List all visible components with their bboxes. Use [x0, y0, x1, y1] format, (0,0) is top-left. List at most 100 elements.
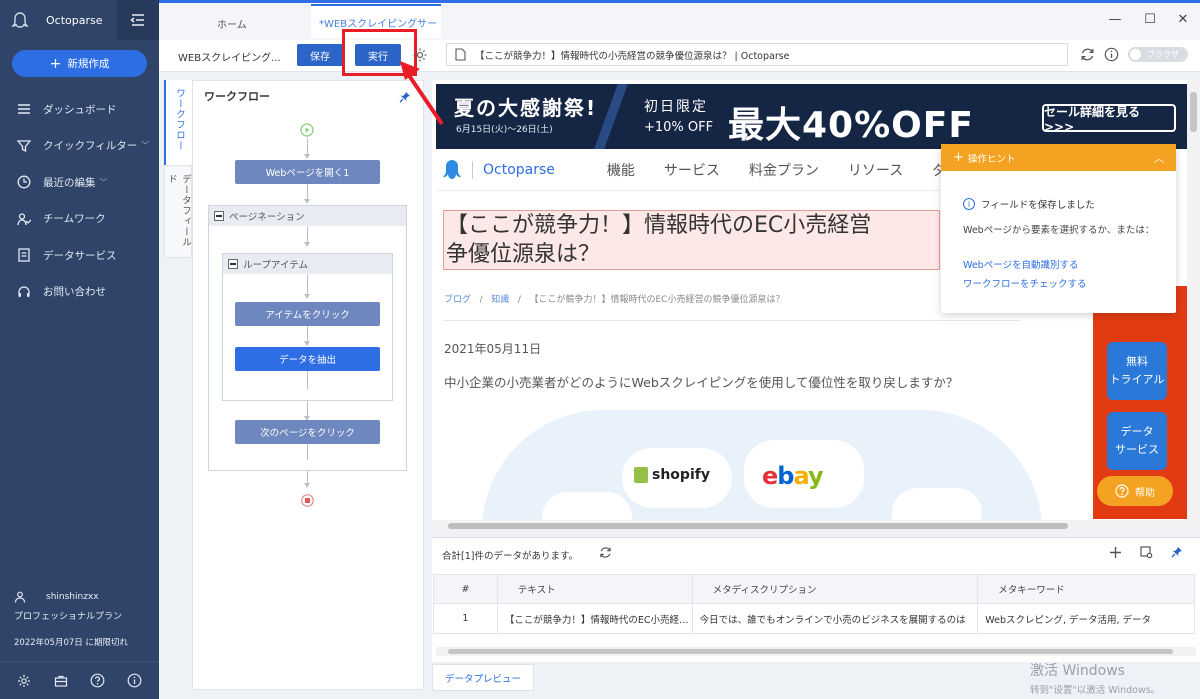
sidebar-item-recent[interactable]: 最近の編集 ﹀ [0, 164, 159, 201]
site-logo[interactable]: Octoparse [442, 159, 555, 181]
table-hscroll[interactable] [436, 647, 1196, 656]
tab-data-field[interactable]: データフィールド [164, 165, 192, 258]
collapse-sidebar-icon[interactable] [117, 0, 159, 40]
user-plan: プロフェッショナルプラン [14, 612, 123, 622]
open-page-step[interactable]: Webページを開く1 [235, 160, 380, 184]
help-label: 帮助 [1135, 487, 1155, 499]
pagination-label: ページネーション [229, 212, 305, 223]
pagination-header[interactable]: ページネーション [209, 206, 406, 226]
sidebar-item-label: ダッシュボード [43, 103, 117, 116]
shopify-bag-icon [634, 467, 648, 483]
maximize-icon[interactable]: ☐ [1140, 12, 1160, 27]
extract-data-step[interactable]: データを抽出 [235, 347, 380, 371]
sidebar-item-quick-filter[interactable]: クイックフィルター ﹀ [0, 128, 159, 165]
save-button[interactable]: 保存 [297, 44, 343, 66]
plan-expiry: 2022年05月07日 に期限切れ [14, 638, 128, 648]
info-icon[interactable] [127, 673, 143, 689]
gear-icon[interactable] [412, 47, 428, 63]
collapse-chevron-icon[interactable]: ︿ [1154, 150, 1164, 165]
table-cell: Webスクレピング, データ活用, データ [977, 603, 1195, 634]
collapse-minus-icon[interactable] [214, 211, 224, 221]
add-icon[interactable] [1109, 546, 1122, 562]
hint-panel: + 操作ヒント ︿ i フィールドを保存しました Webページから要素を選択する… [941, 144, 1176, 313]
settings-gear-icon[interactable] [16, 673, 32, 689]
banner-cta-button[interactable]: セール詳細を見る >>> [1042, 104, 1176, 134]
sidebar-item-contact[interactable]: お問い合わせ [0, 274, 159, 311]
data-service-button[interactable]: データ サービス [1107, 412, 1167, 470]
breadcrumb-sep: / [473, 295, 489, 305]
settings-icon[interactable] [1140, 546, 1153, 562]
collapse-minus-icon[interactable] [228, 259, 238, 269]
refresh-icon[interactable] [599, 546, 612, 562]
click-item-step[interactable]: アイテムをクリック [235, 302, 380, 326]
sidebar-item-label: データサービス [43, 249, 117, 262]
data-preview-panel: 合計[1]件のデータがあります。 # テキスト メタディスクリプション メタキー… [432, 537, 1200, 662]
minimize-icon[interactable]: — [1105, 12, 1125, 27]
sidebar-item-teamwork[interactable]: チームワーク [0, 201, 159, 238]
tab-workflow[interactable]: ワークフロー [164, 80, 192, 165]
sidebar-item-label: お問い合わせ [43, 286, 106, 299]
auto-detect-link[interactable]: Webページを自動識別する [963, 257, 1079, 271]
title-bar: ホーム *WEBスクレイピングサービス — ☐ ✕ [159, 0, 1200, 40]
table-cell: 【ここが競争力！】情報時代のEC小売経営の競争優位源泉は？ [496, 603, 693, 634]
browser-hscroll[interactable] [432, 520, 1200, 531]
toolbar: WEBスクレイピング... 保存 実行 【ここが競争力！】情報時代の小売経営の競… [159, 29, 1200, 76]
sidebar-item-data-service[interactable]: データサービス [0, 237, 159, 274]
next-page-step[interactable]: 次のページをクリック [235, 420, 380, 444]
refresh-icon[interactable] [1080, 47, 1095, 65]
tab-data-preview[interactable]: データプレビュー [432, 664, 534, 691]
banner-first-day: 初日限定 [644, 99, 708, 115]
sale-banner[interactable]: 夏の大感謝祭! 6月15日(火)～26日(土) 初日限定 +10% OFF 最大… [436, 84, 1187, 149]
app-name: Octoparse [46, 13, 103, 27]
nav-link[interactable]: リソース [848, 160, 903, 180]
help-question-icon[interactable] [90, 673, 106, 689]
list-icon [18, 104, 30, 114]
briefcase-icon[interactable] [53, 673, 69, 689]
free-trial-button[interactable]: 無料 トライアル [1107, 342, 1167, 400]
new-task-button[interactable]: + 新規作成 [12, 50, 147, 77]
pin-icon[interactable] [1171, 546, 1183, 562]
sidebar-item-dashboard[interactable]: ダッシュボード [0, 91, 159, 128]
task-name[interactable]: WEBスクレイピング... [178, 49, 281, 64]
end-icon [301, 494, 314, 507]
sidebar-item-label: 最近の編集 [43, 176, 96, 189]
column-header[interactable]: # [433, 574, 498, 604]
banner-max-off: 最大40%OFF [728, 105, 974, 146]
article-title-highlight[interactable]: 【ここが競争力！】情報時代のEC小売経営 争優位源泉は？ [443, 210, 940, 270]
close-icon[interactable]: ✕ [1173, 12, 1193, 27]
column-header[interactable]: メタキーワード [977, 574, 1195, 604]
breadcrumb-knowledge[interactable]: 知識 [491, 295, 509, 305]
tab-home[interactable]: ホーム [217, 6, 247, 40]
browser-vscroll[interactable] [1187, 80, 1200, 520]
column-header[interactable]: メタディスクリプション [691, 574, 979, 604]
octoparse-logo-icon [10, 10, 30, 30]
info-icon[interactable] [1104, 47, 1119, 65]
scroll-thumb[interactable] [448, 649, 1173, 654]
hint-header[interactable]: + 操作ヒント ︿ [941, 144, 1176, 171]
article-illustration: shopify ebay [482, 410, 1042, 531]
check-workflow-link[interactable]: ワークフローをチェックする [963, 276, 1087, 290]
nav-link[interactable]: サービス [664, 160, 720, 180]
column-header[interactable]: テキスト [496, 574, 693, 604]
url-bar[interactable]: 【ここが競争力！】情報時代の小売経営の競争優位源泉は？ | Octoparse [446, 43, 1068, 66]
breadcrumb-blog[interactable]: ブログ [444, 295, 471, 305]
nav-link[interactable]: 機能 [607, 160, 635, 180]
watermark-line1: 激活 Windows [1030, 663, 1125, 679]
watermark-line2: 转到"设置"以激活 Windows。 [1030, 685, 1161, 696]
url-title: 【ここが競争力！】情報時代の小売経営の競争優位源泉は？ | Octoparse [475, 50, 790, 62]
sidebar-menu: ダッシュボード クイックフィルター ﹀ 最近の編集 ﹀ チームワーク データサー… [0, 91, 159, 310]
loop-item-header[interactable]: ループアイテム [223, 254, 392, 274]
data-table: # テキスト メタディスクリプション メタキーワード 1 【ここが競争力！】情報… [433, 574, 1195, 634]
workflow-title: ワークフロー [204, 90, 270, 103]
nav-link[interactable]: 料金プラン [749, 160, 819, 180]
browser-toggle[interactable]: ブラウザ [1128, 47, 1188, 62]
data-tools [1109, 546, 1183, 562]
pin-icon[interactable] [399, 91, 411, 106]
table-row[interactable]: 1 【ここが競争力！】情報時代のEC小売経営の競争優位源泉は？ 今日では、誰でも… [433, 603, 1195, 634]
hint-saved-message: i フィールドを保存しました [963, 197, 1095, 211]
shopify-logo: shopify [634, 467, 710, 483]
scroll-thumb[interactable] [1190, 92, 1197, 132]
help-button[interactable]: 帮助 [1097, 476, 1173, 506]
scroll-thumb[interactable] [448, 523, 1068, 529]
divider [443, 320, 1020, 321]
